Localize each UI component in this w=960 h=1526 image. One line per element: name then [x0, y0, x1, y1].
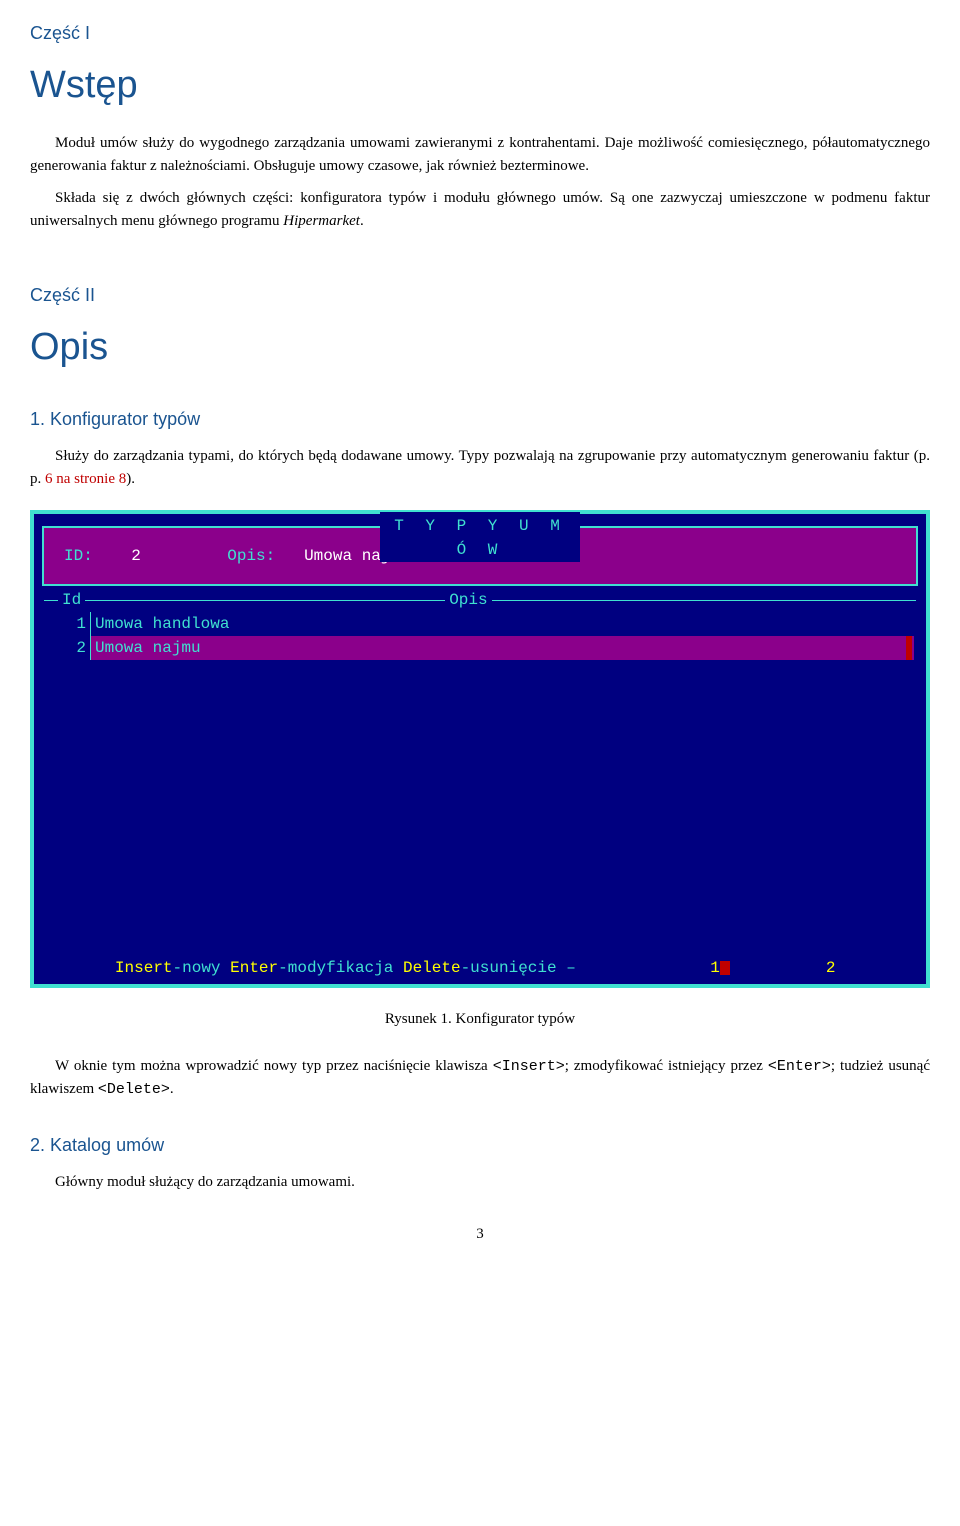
part-1-title: Wstęp: [30, 57, 930, 114]
terminal-table-header: Id Opis: [44, 588, 916, 612]
figure-caption: Rysunek 1. Konfigurator typów: [30, 1008, 930, 1031]
table-row[interactable]: 2 Umowa najmu: [46, 636, 914, 660]
section-1-paragraph: Służy do zarządzania typami, do których …: [30, 445, 930, 490]
part-2-title: Opis: [30, 319, 930, 376]
part-1-label: Część I: [30, 20, 930, 47]
section-1-heading: 1. Konfigurator typów: [30, 406, 930, 433]
intro-paragraph-1: Moduł umów służy do wygodnego zarządzani…: [30, 132, 930, 177]
terminal-screenshot: T Y P Y U M Ó W ID: 2 Opis: Umowa najmu …: [30, 510, 930, 988]
link-page-ref[interactable]: 6 na stronie 8: [45, 471, 126, 487]
section-2-paragraph: Główny moduł służący do zarządzania umow…: [30, 1171, 930, 1194]
terminal-title: T Y P Y U M Ó W: [380, 512, 580, 562]
cursor-icon: [720, 961, 730, 975]
terminal-footer: Insert-nowy Enter-modyfikacja Delete-usu…: [34, 954, 926, 982]
part-2-label: Część II: [30, 282, 930, 309]
section-2-heading: 2. Katalog umów: [30, 1132, 930, 1159]
after-figure-paragraph: W oknie tym można wprowadzić nowy typ pr…: [30, 1055, 930, 1102]
table-row[interactable]: 1 Umowa handlowa: [46, 612, 914, 636]
page-number: 3: [30, 1223, 930, 1246]
intro-paragraph-2: Składa się z dwóch głównych części: konf…: [30, 187, 930, 232]
